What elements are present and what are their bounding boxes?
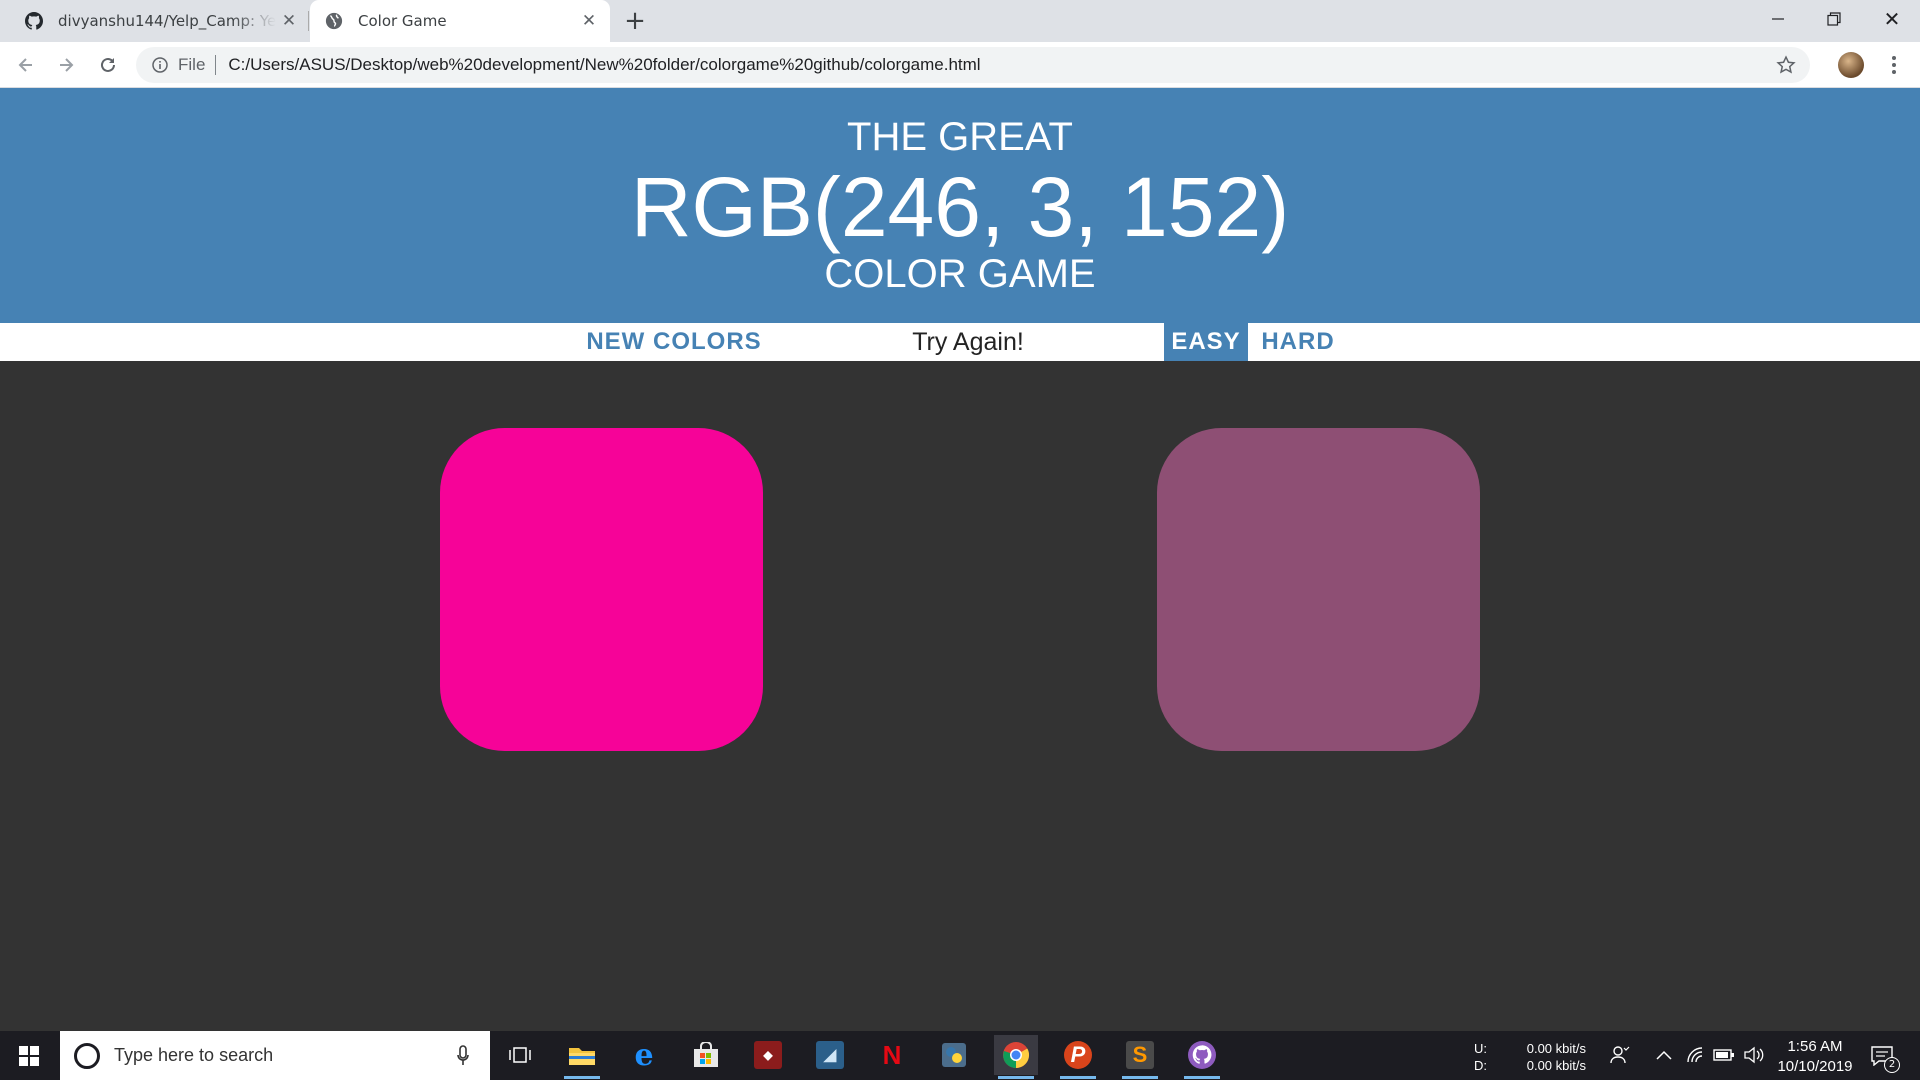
tab-separator [308, 11, 309, 31]
volume-icon[interactable] [1742, 1043, 1766, 1067]
netflix-icon[interactable]: N [870, 1035, 914, 1075]
forward-button[interactable] [50, 49, 82, 81]
browser-toolbar: File C:/Users/ASUS/Desktop/web%20develop… [0, 42, 1920, 88]
close-tab-icon[interactable]: ✕ [576, 8, 602, 34]
hard-mode-button[interactable]: Hard [1252, 323, 1344, 361]
color-square[interactable] [440, 428, 763, 751]
windows-start-icon[interactable] [0, 1031, 58, 1080]
store-icon[interactable] [684, 1035, 728, 1075]
game-header: The Great RGB(246, 3, 152) Color Game [0, 88, 1920, 323]
clock-time: 1:56 AM [1787, 1038, 1843, 1055]
download-value: 0.00 kbit/s [1526, 1058, 1586, 1073]
globe-icon [324, 11, 344, 31]
github-icon [24, 11, 44, 31]
network-labels: U: D: [1474, 1040, 1487, 1080]
reload-button[interactable] [92, 49, 124, 81]
back-button[interactable] [10, 49, 42, 81]
upload-value: 0.00 kbit/s [1526, 1041, 1586, 1056]
show-hidden-icons-chevron-icon[interactable] [1652, 1043, 1676, 1067]
restore-button[interactable] [1806, 0, 1862, 38]
header-line-the-great: The Great [847, 115, 1073, 159]
task-view-icon[interactable] [498, 1035, 542, 1075]
kebab-menu-icon[interactable] [1880, 51, 1908, 79]
edge-icon[interactable]: e [622, 1035, 666, 1075]
github-desktop-icon[interactable] [1180, 1035, 1224, 1079]
url-text[interactable]: C:/Users/ASUS/Desktop/web%20development/… [228, 55, 1772, 75]
mysql-workbench-icon[interactable]: ◢ [808, 1035, 852, 1075]
tab-color-game[interactable]: Color Game ✕ [310, 0, 610, 42]
people-icon[interactable] [1608, 1043, 1632, 1067]
system-clock[interactable]: 1:56 AM 10/10/2019 [1770, 1037, 1860, 1077]
new-tab-button[interactable]: + [620, 6, 650, 36]
bookmark-star-icon[interactable] [1772, 51, 1800, 79]
game-area [0, 361, 1920, 1031]
close-tab-icon[interactable]: ✕ [276, 8, 302, 34]
profile-avatar[interactable] [1838, 52, 1864, 78]
network-values: 0.00 kbit/s 0.00 kbit/s [1522, 1040, 1586, 1080]
scheme-label: File [178, 55, 206, 74]
battery-icon[interactable] [1712, 1043, 1736, 1067]
tab-github[interactable]: divyanshu144/Yelp_Camp: YelpCamp ✕ [10, 0, 310, 42]
info-icon[interactable] [150, 55, 170, 75]
download-label: D: [1474, 1058, 1487, 1073]
microphone-icon[interactable] [452, 1043, 474, 1069]
easy-mode-button[interactable]: Easy [1164, 323, 1248, 361]
color-square[interactable] [1157, 428, 1480, 751]
status-message: Try Again! [912, 328, 1024, 356]
tab-strip: divyanshu144/Yelp_Camp: YelpCamp ✕ Color… [0, 0, 1920, 42]
cortana-icon[interactable] [74, 1042, 100, 1069]
game-app-icon[interactable]: ◆ [746, 1035, 790, 1075]
wifi-icon[interactable] [1684, 1043, 1708, 1067]
minimize-button[interactable] [1750, 0, 1806, 38]
sublime-text-icon[interactable]: S [1118, 1035, 1162, 1079]
target-rgb-display: RGB(246, 3, 152) [630, 160, 1290, 254]
tab-title: divyanshu144/Yelp_Camp: YelpCamp [58, 12, 276, 30]
controls-stripe: New Colors Try Again! Easy Hard [0, 323, 1920, 361]
new-colors-button[interactable]: New Colors [572, 323, 776, 361]
upload-label: U: [1474, 1041, 1487, 1056]
file-explorer-icon[interactable] [560, 1035, 604, 1079]
taskbar-search-box[interactable]: Type here to search [60, 1031, 490, 1080]
omnibox-divider [215, 55, 217, 75]
tab-title: Color Game [358, 12, 447, 30]
python-icon[interactable] [932, 1035, 976, 1075]
windows-taskbar: Type here to search e ◆ ◢ N P S U: D: 0.… [0, 1031, 1920, 1080]
close-window-button[interactable]: ✕ [1864, 0, 1920, 38]
address-bar[interactable]: File C:/Users/ASUS/Desktop/web%20develop… [136, 47, 1810, 83]
header-line-color-game: Color Game [824, 252, 1096, 296]
search-placeholder: Type here to search [114, 1045, 274, 1065]
clock-date: 10/10/2019 [1777, 1058, 1853, 1075]
postman-icon[interactable]: P [1056, 1035, 1100, 1079]
notification-count-badge: 2 [1884, 1057, 1900, 1073]
chrome-icon[interactable] [994, 1035, 1038, 1079]
